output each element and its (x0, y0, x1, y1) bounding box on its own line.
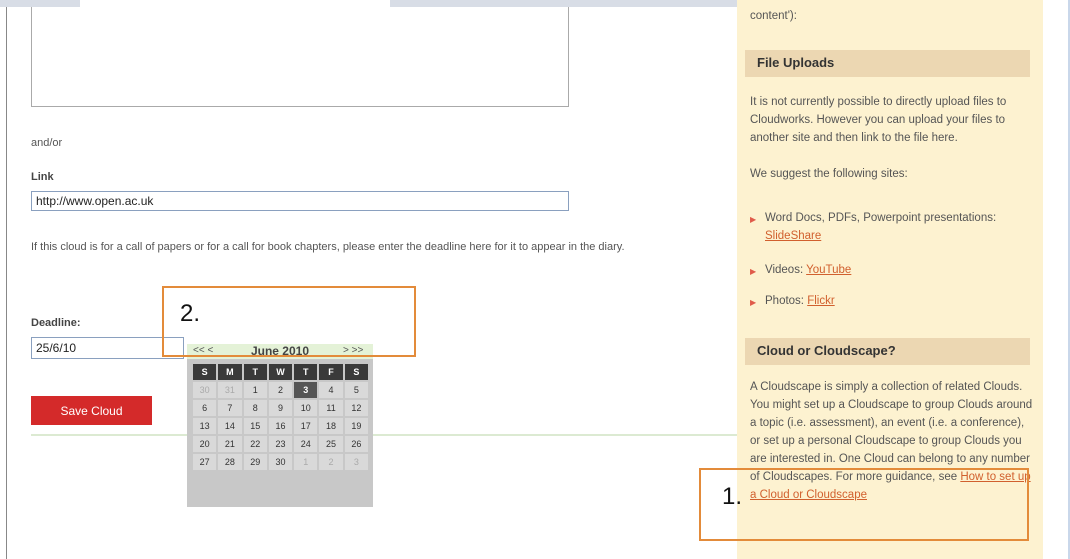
calendar-day[interactable]: 15 (243, 418, 267, 434)
calendar-day-other-month[interactable]: 30 (193, 382, 217, 398)
list-item-prefix: Word Docs, PDFs, Powerpoint presentation… (765, 212, 997, 224)
deadline-label: Deadline: (31, 317, 81, 329)
link-input[interactable] (31, 191, 569, 211)
youtube-link[interactable]: YouTube (806, 264, 851, 276)
calendar-day[interactable]: 8 (243, 400, 267, 416)
sidebar-text-tail: content'): (750, 10, 797, 22)
weekday-header: F (319, 364, 343, 380)
description-textarea[interactable] (31, 7, 569, 107)
calendar-day[interactable]: 5 (344, 382, 368, 398)
sidebar-gutter (1043, 0, 1070, 559)
bullet-arrow-icon: ▶ (750, 267, 757, 276)
calendar-day-other-month[interactable]: 2 (319, 454, 343, 470)
file-uploads-heading-text: File Uploads (757, 55, 835, 70)
weekday-header: S (193, 364, 217, 380)
calendar-weekday-row: S M T W T F S (193, 364, 368, 380)
calendar-day[interactable]: 17 (294, 418, 318, 434)
calendar-day[interactable]: 4 (319, 382, 343, 398)
calendar-day-selected[interactable]: 3 (294, 382, 318, 398)
list-item-prefix: Videos: (765, 264, 807, 276)
calendar-day[interactable]: 25 (319, 436, 343, 452)
calendar-week-row: 30 31 1 2 3 4 5 (193, 382, 368, 398)
calendar-day-other-month[interactable]: 3 (344, 454, 368, 470)
annotation-box-2 (162, 286, 416, 357)
annotation-number-2: 2. (180, 300, 201, 327)
annotation-box-1 (699, 468, 1029, 541)
bullet-arrow-icon: ▶ (750, 298, 757, 307)
save-cloud-button[interactable]: Save Cloud (31, 396, 152, 425)
calendar-week-row: 27 28 29 30 1 2 3 (193, 454, 368, 470)
weekday-header: T (243, 364, 267, 380)
sidebar-list-item-photos: Photos: Flickr (765, 292, 1040, 310)
top-frame-segment (80, 0, 390, 7)
sidebar-list-item-docs: Word Docs, PDFs, Powerpoint presentation… (765, 209, 1040, 245)
calendar-day-other-month[interactable]: 1 (294, 454, 318, 470)
calendar-day[interactable]: 7 (218, 400, 242, 416)
calendar-week-row: 6 7 8 9 10 11 12 (193, 400, 368, 416)
calendar-day[interactable]: 26 (344, 436, 368, 452)
weekday-header: T (294, 364, 318, 380)
calendar-day[interactable]: 13 (193, 418, 217, 434)
bullet-arrow-icon: ▶ (750, 215, 757, 224)
link-label: Link (31, 171, 54, 183)
list-item-prefix: Photos: (765, 295, 808, 307)
calendar-grid: S M T W T F S 30 31 1 2 3 4 5 6 7 8 9 10… (191, 362, 370, 472)
calendar-day[interactable]: 20 (193, 436, 217, 452)
calendar-day[interactable]: 11 (319, 400, 343, 416)
annotation-number-1: 1. (722, 483, 743, 510)
sidebar-list-item-videos: Videos: YouTube (765, 261, 1040, 279)
slideshare-link[interactable]: SlideShare (765, 230, 821, 242)
calendar-day[interactable]: 30 (268, 454, 293, 470)
deadline-info-text: If this cloud is for a call of papers or… (31, 241, 625, 253)
calendar-day[interactable]: 28 (218, 454, 242, 470)
calendar-day[interactable]: 27 (193, 454, 217, 470)
weekday-header: M (218, 364, 242, 380)
calendar-day[interactable]: 19 (344, 418, 368, 434)
calendar-week-row: 13 14 15 16 17 18 19 (193, 418, 368, 434)
calendar-day[interactable]: 22 (243, 436, 267, 452)
date-picker-calendar: << < June 2010 > >> S M T W T F S 30 31 … (187, 344, 373, 507)
cloudscape-heading: Cloud or Cloudscape? (745, 338, 1030, 365)
calendar-day[interactable]: 29 (243, 454, 267, 470)
calendar-day[interactable]: 14 (218, 418, 242, 434)
calendar-day[interactable]: 10 (294, 400, 318, 416)
file-uploads-text: It is not currently possible to directly… (750, 96, 1007, 144)
calendar-day[interactable]: 24 (294, 436, 318, 452)
calendar-day[interactable]: 21 (218, 436, 242, 452)
calendar-day[interactable]: 1 (243, 382, 267, 398)
calendar-day-other-month[interactable]: 31 (218, 382, 242, 398)
calendar-week-row: 20 21 22 23 24 25 26 (193, 436, 368, 452)
calendar-day[interactable]: 16 (268, 418, 293, 434)
calendar-day[interactable]: 23 (268, 436, 293, 452)
calendar-day[interactable]: 6 (193, 400, 217, 416)
and-or-text: and/or (31, 137, 63, 149)
calendar-day[interactable]: 9 (268, 400, 293, 416)
weekday-header: S (344, 364, 368, 380)
flickr-link[interactable]: Flickr (807, 295, 834, 307)
calendar-day[interactable]: 18 (319, 418, 343, 434)
cloudscape-heading-text: Cloud or Cloudscape? (757, 343, 896, 358)
calendar-day[interactable]: 2 (268, 382, 293, 398)
file-uploads-heading: File Uploads (745, 50, 1030, 77)
weekday-header: W (268, 364, 293, 380)
content-left-border (6, 7, 7, 559)
suggest-sites-text: We suggest the following sites: (750, 168, 908, 180)
calendar-day[interactable]: 12 (344, 400, 368, 416)
